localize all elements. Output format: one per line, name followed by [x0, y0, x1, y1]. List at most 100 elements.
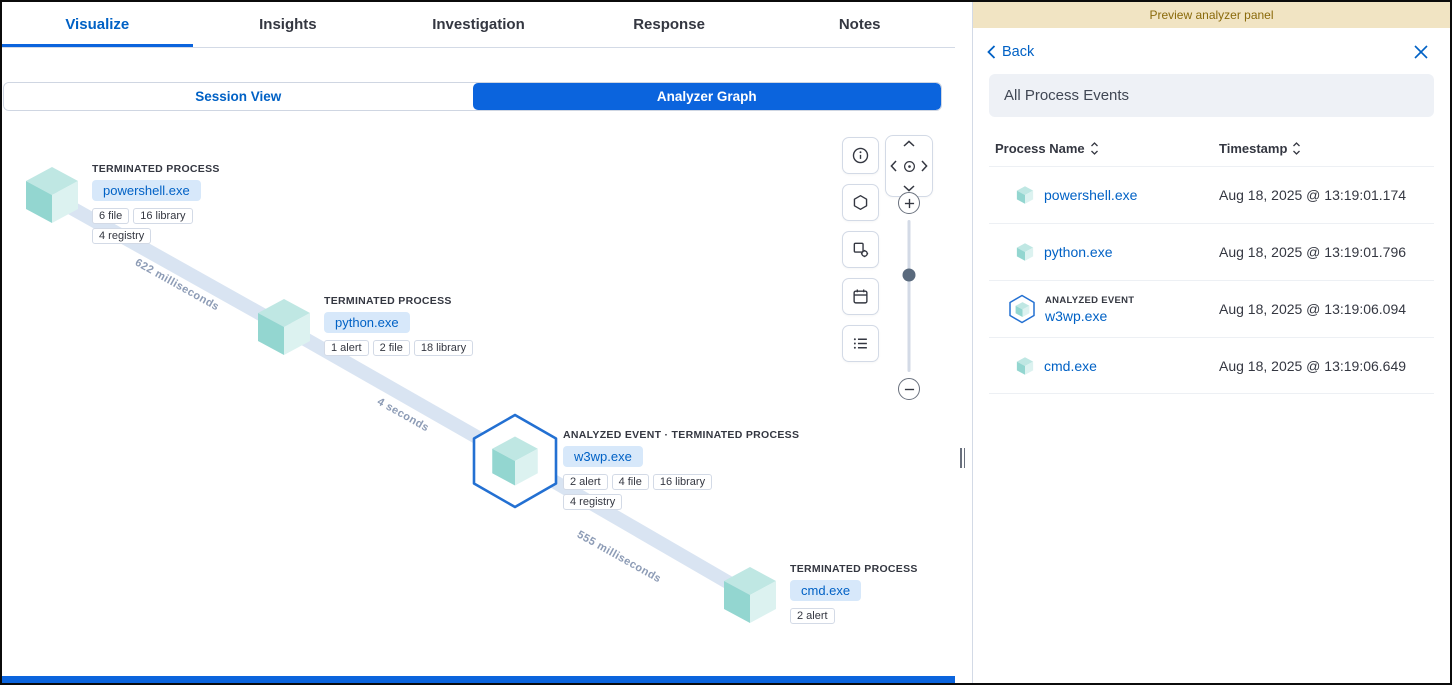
cube-icon: [1014, 301, 1031, 318]
process-node-w3wp-selected[interactable]: ANALYZED EVENT · TERMINATED PROCESS w3wp…: [469, 412, 799, 510]
zoom-in-button[interactable]: [898, 192, 920, 214]
library-count-badge: 16 library: [133, 208, 192, 224]
process-name-pill[interactable]: powershell.exe: [92, 180, 201, 201]
cube-icon: [252, 295, 316, 364]
column-header-process-name[interactable]: Process Name: [989, 141, 1219, 156]
back-label: Back: [1002, 44, 1034, 60]
file-count-badge: 6 file: [92, 208, 129, 224]
column-header-timestamp[interactable]: Timestamp: [1219, 141, 1434, 156]
pan-right-button[interactable]: [921, 160, 928, 172]
column-label: Process Name: [995, 141, 1085, 156]
process-events-table: Process Name Timestamp powershell.exe Au…: [989, 133, 1434, 394]
alert-count-badge: 2 alert: [790, 608, 835, 624]
pan-control: [885, 135, 933, 197]
cube-icon: [1015, 185, 1035, 205]
center-camera-button[interactable]: [902, 159, 917, 174]
pan-up-button[interactable]: [903, 140, 915, 147]
tab-notes[interactable]: Notes: [764, 2, 955, 47]
registry-count-badge: 4 registry: [92, 228, 151, 244]
center-target-icon: [902, 159, 917, 174]
cube-icon: [487, 433, 543, 489]
sort-arrows-icon: [1292, 142, 1301, 155]
info-icon: [852, 147, 869, 164]
alert-count-badge: 1 alert: [324, 340, 369, 356]
plus-icon: [904, 198, 915, 209]
pan-left-button[interactable]: [890, 160, 897, 172]
schema-settings-button[interactable]: [842, 231, 879, 268]
date-picker-button[interactable]: [842, 278, 879, 315]
node-type-label: ANALYZED EVENT · TERMINATED PROCESS: [563, 429, 799, 441]
analyzer-graph-canvas[interactable]: 622 milliseconds 4 seconds 555 milliseco…: [2, 114, 955, 676]
schema-settings-icon: [852, 241, 869, 258]
timestamp-value: Aug 18, 2025 @ 13:19:06.649: [1219, 358, 1434, 374]
zoom-slider-thumb[interactable]: [903, 268, 916, 281]
tab-response[interactable]: Response: [574, 2, 765, 47]
table-row[interactable]: powershell.exe Aug 18, 2025 @ 13:19:01.1…: [989, 166, 1434, 223]
preview-analyzer-panel: Preview analyzer panel Back All Process …: [972, 2, 1450, 683]
tab-bar: Visualize Insights Investigation Respons…: [2, 2, 955, 48]
file-count-badge: 2 file: [373, 340, 410, 356]
session-view-button[interactable]: Session View: [4, 83, 473, 110]
zoom-slider-track[interactable]: [908, 220, 911, 372]
analyzer-section: Visualize Insights Investigation Respons…: [2, 2, 955, 683]
node-type-label: TERMINATED PROCESS: [790, 563, 918, 575]
panel-divider: [955, 2, 972, 683]
tab-investigation[interactable]: Investigation: [383, 2, 574, 47]
chevron-left-icon: [890, 160, 897, 172]
node-list-icon: [852, 335, 869, 352]
bottom-accent-bar: [2, 676, 955, 683]
node-badges: 1 alert 2 file 18 library: [324, 340, 473, 356]
view-toggle: Session View Analyzer Graph: [3, 82, 942, 111]
node-list-button[interactable]: [842, 325, 879, 362]
process-link[interactable]: cmd.exe: [1044, 358, 1097, 374]
zoom-out-button[interactable]: [898, 378, 920, 400]
process-link[interactable]: powershell.exe: [1044, 187, 1137, 203]
hexagon-legend-icon: [852, 194, 869, 211]
process-name-pill[interactable]: python.exe: [324, 312, 410, 333]
node-badges: 2 alert: [790, 608, 835, 624]
process-node-cmd[interactable]: TERMINATED PROCESS cmd.exe 2 alert: [718, 563, 918, 632]
app-window: Visualize Insights Investigation Respons…: [0, 0, 1452, 685]
cube-icon: [1015, 242, 1035, 262]
tab-visualize[interactable]: Visualize: [2, 2, 193, 47]
node-type-label: TERMINATED PROCESS: [324, 295, 452, 307]
node-type-label: TERMINATED PROCESS: [92, 163, 220, 175]
zoom-control: [897, 192, 921, 400]
process-link[interactable]: python.exe: [1044, 244, 1113, 260]
node-legend-button[interactable]: [842, 184, 879, 221]
table-row[interactable]: cmd.exe Aug 18, 2025 @ 13:19:06.649: [989, 337, 1434, 394]
selected-node-hexagon: [469, 412, 561, 510]
table-row[interactable]: python.exe Aug 18, 2025 @ 13:19:01.796: [989, 223, 1434, 280]
process-link[interactable]: w3wp.exe: [1045, 308, 1134, 324]
close-icon: [1414, 45, 1428, 59]
alert-count-badge: 2 alert: [563, 474, 608, 490]
process-node-powershell[interactable]: TERMINATED PROCESS powershell.exe 6 file…: [20, 163, 222, 244]
cube-icon: [718, 563, 782, 632]
table-header-row: Process Name Timestamp: [989, 133, 1434, 166]
preview-banner: Preview analyzer panel: [973, 2, 1450, 28]
panel-resize-handle[interactable]: [960, 448, 965, 468]
process-name-pill[interactable]: cmd.exe: [790, 580, 861, 601]
chevron-right-icon: [921, 160, 928, 172]
analyzed-event-label: ANALYZED EVENT: [1045, 295, 1134, 306]
info-button[interactable]: [842, 137, 879, 174]
file-count-badge: 4 file: [612, 474, 649, 490]
timestamp-value: Aug 18, 2025 @ 13:19:06.094: [1219, 301, 1434, 317]
timestamp-value: Aug 18, 2025 @ 13:19:01.796: [1219, 244, 1434, 260]
tab-insights[interactable]: Insights: [193, 2, 384, 47]
graph-toolbar: [842, 137, 879, 362]
library-count-badge: 16 library: [653, 474, 712, 490]
column-label: Timestamp: [1219, 141, 1287, 156]
back-button[interactable]: Back: [987, 44, 1034, 60]
pan-down-button[interactable]: [903, 185, 915, 192]
analyzer-graph-button[interactable]: Analyzer Graph: [473, 83, 942, 110]
close-panel-button[interactable]: [1410, 41, 1432, 63]
table-row-analyzed-event[interactable]: ANALYZED EVENT w3wp.exe Aug 18, 2025 @ 1…: [989, 280, 1434, 337]
date-picker-icon: [852, 288, 869, 305]
chevron-down-icon: [903, 185, 915, 192]
process-name-pill[interactable]: w3wp.exe: [563, 446, 643, 467]
node-badges: 6 file 16 library 4 registry: [92, 208, 222, 244]
process-node-python[interactable]: TERMINATED PROCESS python.exe 1 alert 2 …: [252, 295, 473, 364]
registry-count-badge: 4 registry: [563, 494, 622, 510]
node-badges: 2 alert 4 file 16 library 4 registry: [563, 474, 733, 510]
